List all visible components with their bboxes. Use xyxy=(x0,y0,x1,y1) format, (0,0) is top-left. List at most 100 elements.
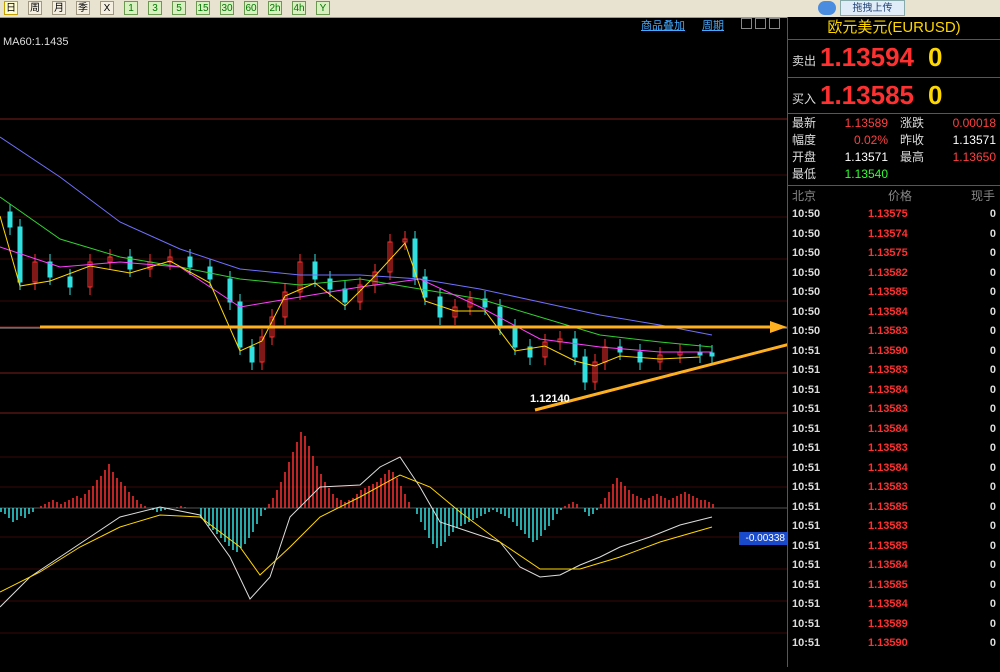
toolbar-button-10[interactable]: 60 xyxy=(244,1,258,15)
stat-label: 昨收 xyxy=(900,133,925,147)
toolbar-button-12[interactable]: 4h xyxy=(292,1,306,15)
tick-price: 1.13590 xyxy=(868,637,908,649)
stat-value: 0.02% xyxy=(853,133,888,147)
candle-body xyxy=(7,211,13,228)
stat-row: 最新 1.13589 涨跌 0.00018 xyxy=(788,115,1000,132)
ticks-header-volume: 现手 xyxy=(971,189,996,203)
sell-quote[interactable]: 卖出 1.13594 0 xyxy=(788,39,1000,78)
stat-value: 0.00018 xyxy=(952,116,996,130)
tick-row: 10:51 1.13583 0 xyxy=(788,361,1000,381)
buy-quote[interactable]: 买入 1.13585 0 xyxy=(788,77,1000,116)
quote-stats: 最新 1.13589 涨跌 0.00018 幅度 0.02% 昨收 1.13571 开盘 1.13… xyxy=(788,113,1000,186)
tick-volume: 0 xyxy=(989,247,996,259)
toolbar-button-9[interactable]: 30 xyxy=(220,1,234,15)
toolbar-button-1[interactable]: 周 xyxy=(28,1,42,15)
stat-value: 1.13650 xyxy=(952,150,996,164)
candle-body xyxy=(227,278,233,303)
tick-time: 10:51 xyxy=(792,598,821,610)
cloud-upload-icon[interactable] xyxy=(818,1,836,15)
tick-time: 10:51 xyxy=(792,559,821,571)
tick-time: 10:50 xyxy=(792,247,821,259)
tick-price: 1.13575 xyxy=(868,208,908,220)
stat-value: 1.13540 xyxy=(844,167,888,181)
tick-price: 1.13585 xyxy=(868,539,908,552)
tick-volume: 0 xyxy=(989,520,996,532)
buy-price: 1.13585 xyxy=(820,80,914,110)
tick-row: 10:51 1.13590 0 xyxy=(788,342,1000,362)
toolbar-button-6[interactable]: 3 xyxy=(148,1,162,15)
candle-body xyxy=(437,296,443,318)
tick-price: 1.13589 xyxy=(868,617,908,630)
tick-price: 1.13574 xyxy=(868,227,908,240)
toolbar-button-13[interactable]: Y xyxy=(316,1,330,15)
buy-label: 买入 xyxy=(792,92,817,106)
toolbar-button-8[interactable]: 15 xyxy=(196,1,210,15)
tick-volume: 0 xyxy=(989,422,996,435)
tick-row: 10:50 1.13583 0 xyxy=(788,322,1000,342)
stat-label: 最低 xyxy=(792,167,817,181)
candlestick-chart-area[interactable] xyxy=(0,17,805,667)
stat-value: 1.13571 xyxy=(844,150,888,164)
tick-time: 10:50 xyxy=(792,266,821,279)
tick-volume: 0 xyxy=(989,578,996,591)
overlay-commodity-link[interactable]: 商品叠加 xyxy=(641,17,685,33)
tick-price: 1.13582 xyxy=(868,266,908,279)
tick-time: 10:50 xyxy=(792,305,821,318)
period-link[interactable]: 周期 xyxy=(702,17,724,33)
window-prev-icon[interactable] xyxy=(755,18,766,29)
tick-volume: 0 xyxy=(989,539,996,552)
tick-volume: 0 xyxy=(989,617,996,630)
toolbar-button-3[interactable]: 季 xyxy=(76,1,90,15)
tick-time: 10:50 xyxy=(792,325,821,337)
window-close-icon[interactable] xyxy=(769,18,780,29)
tick-row: 10:50 1.13584 0 xyxy=(788,303,1000,323)
tick-row: 10:51 1.13590 0 xyxy=(788,634,1000,654)
tick-price: 1.13590 xyxy=(868,344,908,357)
drag-upload-button[interactable]: 拖拽上传 xyxy=(840,0,905,16)
tick-price: 1.13583 xyxy=(868,364,908,376)
tick-volume: 0 xyxy=(989,500,996,513)
price-chart-svg xyxy=(0,118,805,634)
tick-time: 10:51 xyxy=(792,442,821,454)
tick-row: 10:51 1.13583 0 xyxy=(788,400,1000,420)
tick-price: 1.13583 xyxy=(868,325,908,337)
toolbar-button-0[interactable]: 日 xyxy=(4,1,18,15)
stat-label: 最高 xyxy=(900,150,925,164)
tick-price: 1.13584 xyxy=(868,461,908,474)
ticks-header: 北京 价格 现手 xyxy=(788,185,1000,206)
tick-row: 10:50 1.13585 0 xyxy=(788,283,1000,303)
toolbar-button-11[interactable]: 2h xyxy=(268,1,282,15)
tick-time: 10:51 xyxy=(792,403,821,415)
dea-line xyxy=(0,474,713,593)
tick-volume: 0 xyxy=(989,344,996,357)
toolbar-button-4[interactable]: X xyxy=(100,1,114,15)
tick-row: 10:50 1.13575 0 xyxy=(788,205,1000,225)
stat-label: 开盘 xyxy=(792,150,817,164)
window-restore-icon[interactable] xyxy=(741,18,752,29)
tick-time: 10:51 xyxy=(792,520,821,532)
toolbar-button-7[interactable]: 5 xyxy=(172,1,186,15)
tick-row: 10:50 1.13574 0 xyxy=(788,225,1000,245)
tick-row: 10:51 1.13585 0 xyxy=(788,537,1000,557)
tick-price: 1.13585 xyxy=(868,286,908,298)
quote-panel: 欧元美元(EURUSD) 卖出 1.13594 0 买入 1.13585 0 最… xyxy=(787,17,1000,667)
resistance-arrowhead xyxy=(770,321,787,333)
tick-volume: 0 xyxy=(989,266,996,279)
tick-row: 10:51 1.13584 0 xyxy=(788,595,1000,615)
tick-price: 1.13585 xyxy=(868,578,908,591)
tick-row: 10:50 1.13575 0 xyxy=(788,244,1000,264)
toolbar-button-5[interactable]: 1 xyxy=(124,1,138,15)
tick-time: 10:51 xyxy=(792,500,821,513)
tick-row: 10:51 1.13583 0 xyxy=(788,478,1000,498)
tick-price: 1.13584 xyxy=(868,383,908,396)
tick-time: 10:51 xyxy=(792,344,821,357)
low-price-annotation: 1.12140 xyxy=(530,393,570,405)
tick-time: 10:51 xyxy=(792,461,821,474)
candle-body xyxy=(582,356,588,383)
tick-time: 10:51 xyxy=(792,364,821,376)
candle-body xyxy=(512,326,518,348)
toolbar-button-2[interactable]: 月 xyxy=(52,1,66,15)
tick-price: 1.13575 xyxy=(868,247,908,259)
tick-time: 10:51 xyxy=(792,383,821,396)
tick-time: 10:51 xyxy=(792,422,821,435)
